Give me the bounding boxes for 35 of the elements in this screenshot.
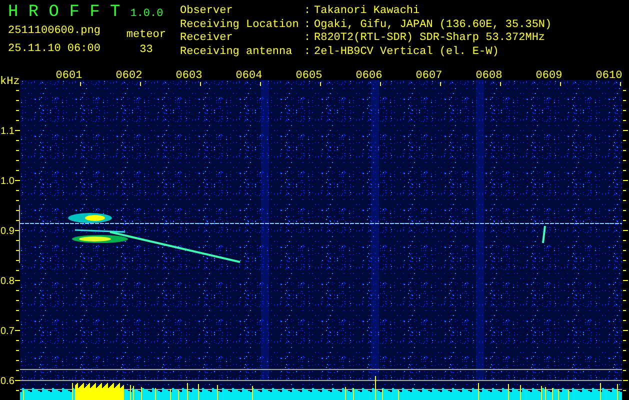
meteor-count: 33 (140, 44, 153, 56)
time-label: 0601 (56, 70, 82, 82)
frequency-label: 0.9 (0, 226, 14, 237)
info-label: Receiver (180, 33, 234, 46)
frequency-label: 0.7 (0, 326, 14, 337)
file-name: 2511100600.png (8, 26, 100, 38)
app-version: 1.0.0 (130, 9, 164, 20)
frequency-label: 1.1 (0, 126, 14, 137)
info-value: Takanori Kawachi (314, 6, 421, 19)
info-label: Observer (180, 6, 234, 19)
time-label: 0607 (416, 70, 442, 82)
frequency-unit: kHz (0, 76, 20, 88)
frequency-label: 0.8 (0, 276, 14, 287)
meteor-label: meteor (126, 30, 166, 42)
time-label: 0603 (176, 70, 202, 82)
time-label: 0608 (476, 70, 502, 82)
time-label: 0609 (536, 70, 562, 82)
time-label: 0604 (236, 70, 262, 82)
time-label: 0610 (596, 70, 622, 82)
info-separator: : (304, 46, 312, 60)
info-value: 2el-HB9CV Vertical (el. E-W) (314, 46, 500, 60)
info-separator: : (304, 33, 312, 46)
info-label: Receiving Location (180, 20, 300, 32)
frequency-label: 0.6 (0, 376, 14, 387)
time-label: 0605 (296, 70, 322, 82)
info-value: R820T2(RTL-SDR) SDR-Sharp 53.372MHz (314, 33, 546, 46)
time-label: 0606 (356, 70, 382, 82)
date-time: 25.11.10 06:00 (8, 44, 100, 55)
app-title: H R O F F T (8, 4, 120, 22)
info-label: Receiving antenna (180, 46, 294, 60)
frequency-label: 1.0 (0, 176, 14, 187)
info-separator: : (304, 20, 312, 32)
info-value: Ogaki, Gifu, JAPAN (136.60E, 35.35N) (314, 20, 552, 32)
time-label: 0602 (116, 70, 142, 82)
info-separator: : (304, 6, 312, 19)
